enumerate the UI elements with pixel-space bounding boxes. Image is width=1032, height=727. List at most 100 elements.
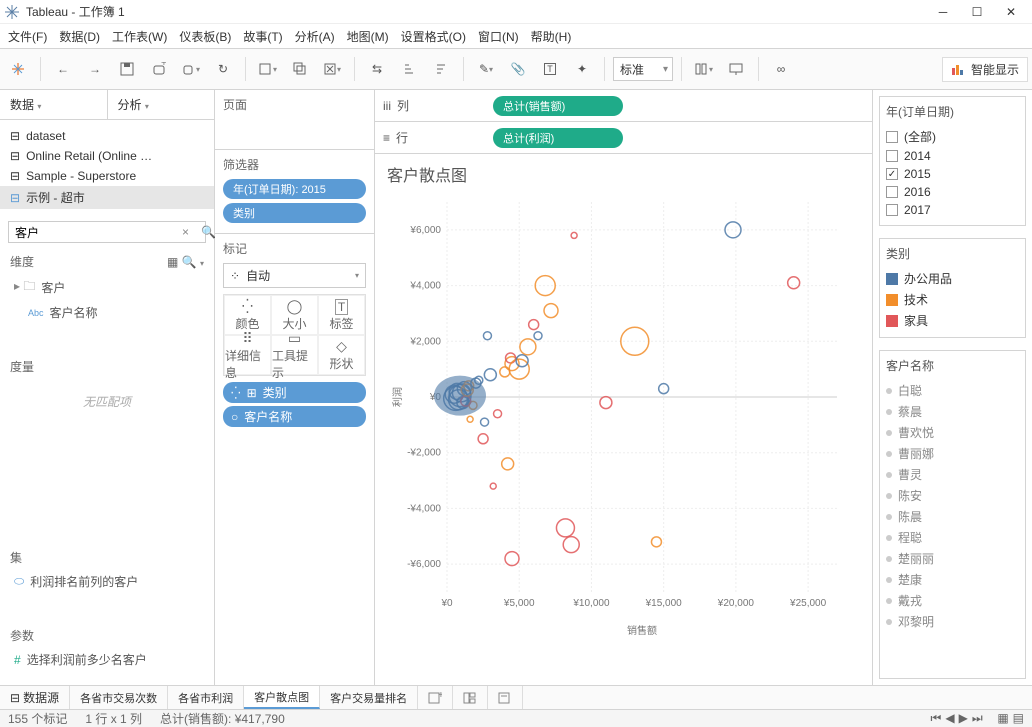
- menu-data[interactable]: 数据(D): [59, 28, 100, 45]
- legend-item[interactable]: 办公用品: [886, 268, 1019, 289]
- view-icon[interactable]: ▦: [167, 255, 178, 269]
- mark-tooltip-button[interactable]: ▭工具提示: [271, 335, 318, 375]
- filter-pill[interactable]: 年(订单日期): 2015: [223, 179, 366, 199]
- tableau-icon[interactable]: [4, 55, 32, 83]
- new-worksheet-button[interactable]: ▾: [254, 55, 282, 83]
- save-button[interactable]: [113, 55, 141, 83]
- customer-item[interactable]: 戴戎: [886, 590, 1019, 611]
- duplicate-button[interactable]: [286, 55, 314, 83]
- mark-detail-button[interactable]: ⠿详细信息: [224, 335, 271, 375]
- year-checkbox[interactable]: (全部): [886, 126, 1019, 147]
- menu-help[interactable]: 帮助(H): [531, 28, 572, 45]
- sort-desc-button[interactable]: [427, 55, 455, 83]
- refresh-button[interactable]: ↻: [209, 55, 237, 83]
- rows-shelf[interactable]: ≡行 总计(利润): [375, 122, 872, 154]
- menu-map[interactable]: 地图(M): [347, 28, 389, 45]
- show-cards-button[interactable]: ▾: [690, 55, 718, 83]
- datasource-item[interactable]: ⊟dataset: [0, 126, 214, 146]
- chart-title[interactable]: 客户散点图: [387, 162, 860, 186]
- fit-selector[interactable]: 标准: [613, 57, 673, 81]
- columns-pill[interactable]: 总计(销售额): [493, 96, 623, 116]
- menu-worksheet[interactable]: 工作表(W): [112, 28, 167, 45]
- customer-item[interactable]: 邓黎明: [886, 611, 1019, 632]
- sheet-tab[interactable]: 客户交易量排名: [320, 686, 418, 709]
- menu-format[interactable]: 设置格式(O): [401, 28, 466, 45]
- find-icon[interactable]: 🔍: [182, 255, 197, 269]
- pause-updates-button[interactable]: ▾: [177, 55, 205, 83]
- nav-prev-icon[interactable]: ◀: [945, 711, 954, 726]
- customer-item[interactable]: 蔡晨: [886, 401, 1019, 422]
- mark-pill[interactable]: ⁛⊞ 类别: [223, 382, 366, 403]
- year-checkbox[interactable]: 2016: [886, 183, 1019, 201]
- dimension-field[interactable]: Abc客户名称: [0, 301, 214, 324]
- new-worksheet-tab[interactable]: +: [418, 686, 453, 709]
- mark-type-selector[interactable]: ⁘自动▾: [223, 263, 366, 288]
- sheet-tab[interactable]: 各省市交易次数: [70, 686, 168, 709]
- attach-button[interactable]: 📎: [504, 55, 532, 83]
- field-search[interactable]: × 🔍: [8, 221, 206, 243]
- tab-analysis[interactable]: 分析 ▾: [108, 90, 215, 119]
- chart-area[interactable]: 客户散点图 -¥6,000-¥4,000-¥2,000¥0¥2,000¥4,00…: [375, 154, 872, 685]
- customer-item[interactable]: 陈安: [886, 485, 1019, 506]
- undo-button[interactable]: ←: [49, 55, 77, 83]
- show-me-button[interactable]: 智能显示: [942, 57, 1028, 82]
- customer-item[interactable]: 楚丽丽: [886, 548, 1019, 569]
- legend-item[interactable]: 家具: [886, 310, 1019, 331]
- set-field[interactable]: ⬭利润排名前列的客户: [0, 570, 214, 593]
- maximize-button[interactable]: ☐: [960, 1, 994, 23]
- mark-pill[interactable]: ○ 客户名称: [223, 406, 366, 427]
- menu-dashboard[interactable]: 仪表板(B): [179, 28, 231, 45]
- clear-button[interactable]: ▾: [318, 55, 346, 83]
- columns-shelf[interactable]: iii列 总计(销售额): [375, 90, 872, 122]
- share-button[interactable]: ∞: [767, 55, 795, 83]
- mark-shape-button[interactable]: ◇形状: [318, 335, 365, 375]
- sort-asc-button[interactable]: [395, 55, 423, 83]
- year-checkbox[interactable]: ✓2015: [886, 165, 1019, 183]
- minimize-button[interactable]: ─: [926, 1, 960, 23]
- presentation-button[interactable]: [722, 55, 750, 83]
- datasource-tab[interactable]: ⊟ 数据源: [0, 686, 70, 709]
- tab-data[interactable]: 数据 ▾: [0, 90, 108, 119]
- param-field[interactable]: #选择利润前多少名客户: [0, 648, 214, 671]
- datasource-item[interactable]: ⊟Sample - Superstore: [0, 166, 214, 186]
- customer-item[interactable]: 陈晨: [886, 506, 1019, 527]
- new-datasource-button[interactable]: +: [145, 55, 173, 83]
- customer-item[interactable]: 楚康: [886, 569, 1019, 590]
- mark-label-button[interactable]: T标签: [318, 295, 365, 335]
- customer-item[interactable]: 曹欢悦: [886, 422, 1019, 443]
- customer-item[interactable]: 曹丽娜: [886, 443, 1019, 464]
- close-button[interactable]: ✕: [994, 1, 1028, 23]
- scatter-chart[interactable]: -¥6,000-¥4,000-¥2,000¥0¥2,000¥4,000¥6,00…: [387, 192, 847, 642]
- nav-next-icon[interactable]: ▶: [959, 711, 968, 726]
- rows-pill[interactable]: 总计(利润): [493, 128, 623, 148]
- nav-last-icon[interactable]: ⏭: [972, 711, 983, 726]
- customer-item[interactable]: 程聪: [886, 527, 1019, 548]
- filter-pill[interactable]: 类别: [223, 203, 366, 223]
- menu-file[interactable]: 文件(F): [8, 28, 47, 45]
- datasource-item[interactable]: ⊟Online Retail (Online …: [0, 146, 214, 166]
- new-dashboard-tab[interactable]: [453, 686, 488, 709]
- year-checkbox[interactable]: 2017: [886, 201, 1019, 219]
- view-tabs-icon[interactable]: ▦: [997, 711, 1008, 726]
- menu-analysis[interactable]: 分析(A): [295, 28, 335, 45]
- menu-story[interactable]: 故事(T): [243, 28, 282, 45]
- dimension-field[interactable]: ▸ 🗀客户: [0, 274, 214, 301]
- clear-search-icon[interactable]: ×: [176, 225, 195, 239]
- sheet-tab[interactable]: 客户散点图: [244, 686, 320, 709]
- customer-item[interactable]: 曹灵: [886, 464, 1019, 485]
- new-story-tab[interactable]: [488, 686, 523, 709]
- legend-item[interactable]: 技术: [886, 289, 1019, 310]
- sheet-tab[interactable]: 各省市利润: [168, 686, 244, 709]
- pin-button[interactable]: ✦: [568, 55, 596, 83]
- highlight-button[interactable]: ✎▾: [472, 55, 500, 83]
- year-checkbox[interactable]: 2014: [886, 147, 1019, 165]
- menu-window[interactable]: 窗口(N): [478, 28, 519, 45]
- datasource-item[interactable]: ⊟示例 - 超市: [0, 186, 214, 209]
- search-input[interactable]: [9, 222, 176, 242]
- redo-button[interactable]: →: [81, 55, 109, 83]
- text-label-button[interactable]: T: [536, 55, 564, 83]
- nav-first-icon[interactable]: ⏮: [931, 711, 942, 726]
- view-filmstrip-icon[interactable]: ▤: [1013, 711, 1024, 726]
- customer-item[interactable]: 白聪: [886, 380, 1019, 401]
- swap-button[interactable]: ⇆: [363, 55, 391, 83]
